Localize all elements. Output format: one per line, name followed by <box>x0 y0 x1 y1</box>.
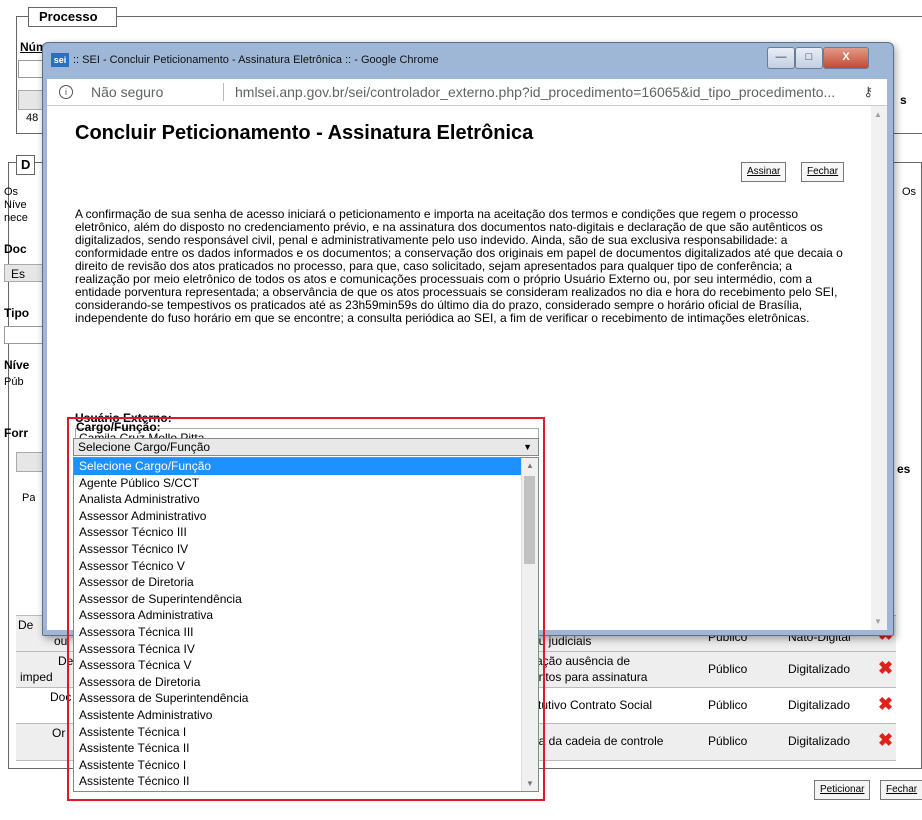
address-separator <box>223 83 224 101</box>
formato-label: Forr <box>4 426 28 440</box>
info-icon[interactable]: i <box>59 85 73 99</box>
doc-label: Doc <box>4 242 27 256</box>
escolher-button[interactable]: Es <box>4 264 44 282</box>
cargo-option[interactable]: Assistente Técnica I <box>74 724 538 741</box>
tipo-input[interactable] <box>4 326 46 344</box>
cargo-option[interactable]: Assessor Técnico IV <box>74 541 538 558</box>
row-doc-name: Or <box>52 726 66 740</box>
cargo-dropdown-list[interactable]: Selecione Cargo/Função Agente Público S/C… <box>73 457 539 792</box>
scroll-up-icon[interactable]: ▲ <box>526 461 534 470</box>
cargo-option[interactable]: Assessora Técnica V <box>74 657 538 674</box>
legend-processo: Processo <box>28 7 117 27</box>
cargo-option[interactable]: Assistente Técnica II <box>74 740 538 757</box>
dropdown-scrollbar[interactable]: ▲ ▼ <box>521 458 538 791</box>
terms-paragraph: A confirmação de sua senha de acesso ini… <box>75 207 843 325</box>
cargo-option[interactable]: Assessor Técnico III <box>74 524 538 541</box>
bg-text-pa: Pa <box>22 492 36 504</box>
bg-text-os: Os <box>4 186 19 198</box>
window-titlebar[interactable]: sei :: SEI - Concluir Peticionamento - A… <box>43 43 893 79</box>
cargo-option[interactable]: Assessor Técnico V <box>74 558 538 575</box>
close-button[interactable]: X <box>823 47 869 69</box>
cargo-option[interactable]: Assessora de Superintendência <box>74 690 538 707</box>
legend-documentos: D <box>16 155 36 175</box>
fechar-dialog-button[interactable]: Fechar <box>801 162 845 182</box>
cargo-option[interactable]: Assessora Técnica III <box>74 624 538 641</box>
cargo-option[interactable]: Selecione Cargo/Função <box>74 458 538 475</box>
header-suffix-2: es <box>897 462 911 476</box>
cargo-option[interactable]: Assessora de Diretoria <box>74 674 538 691</box>
row-nivel: Público <box>708 698 748 712</box>
cargo-select[interactable]: Selecione Cargo/Função ▼ <box>73 438 539 456</box>
tipo-label: Tipo <box>4 306 30 320</box>
cargo-options: Selecione Cargo/Função Agente Público S/C… <box>74 458 538 790</box>
publico-radio-label[interactable]: Púb <box>4 376 24 388</box>
minimize-button[interactable]: — <box>767 47 795 69</box>
peticionar-button[interactable]: Peticionar <box>814 780 871 800</box>
chevron-down-icon[interactable]: ▼ <box>523 439 532 455</box>
row-tipo: Digitalizado <box>788 662 851 676</box>
row-nivel: Público <box>708 734 748 748</box>
cargo-select-value: Selecione Cargo/Função <box>78 440 211 454</box>
page-title: Concluir Peticionamento - Assinatura Ele… <box>75 122 534 144</box>
cargo-option[interactable]: Assessor de Diretoria <box>74 574 538 591</box>
cargo-option[interactable]: Assessor Administrativo <box>74 508 538 525</box>
cargo-option[interactable]: Assistente Técnico I <box>74 757 538 774</box>
maximize-button[interactable]: □ <box>795 47 823 69</box>
row-desc: titutivo Contrato Social <box>532 698 653 712</box>
scroll-up-icon[interactable]: ▲ <box>874 110 882 119</box>
not-secure-label: Não seguro <box>91 84 164 100</box>
bg-text-right-os: Os <box>902 186 917 198</box>
row-desc-2: entos para assinatura <box>532 670 648 684</box>
bg-text-nece: nece <box>4 212 28 224</box>
scroll-down-icon[interactable]: ▼ <box>526 779 534 788</box>
row-doc-name-2: imped <box>20 670 53 684</box>
fechar-page-button[interactable]: Fechar <box>880 780 922 800</box>
url-text[interactable]: hmlsei.anp.gov.br/sei/controlador_extern… <box>235 84 855 100</box>
x-mark-icon[interactable]: ✖ <box>878 730 893 751</box>
window-title: :: SEI - Concluir Peticionamento - Assin… <box>73 54 439 66</box>
cargo-option[interactable]: Assistente Administrativo <box>74 707 538 724</box>
scroll-down-icon[interactable]: ▼ <box>874 617 882 626</box>
row-desc: ração ausência de <box>532 654 631 668</box>
row-doc-name-2: ou <box>54 634 68 648</box>
numero-cell: 48 <box>26 112 39 124</box>
x-mark-icon[interactable]: ✖ <box>878 694 893 715</box>
row-tipo: Digitalizado <box>788 698 851 712</box>
cargo-option[interactable]: Analista Administrativo <box>74 491 538 508</box>
nivel-label: Níve <box>4 358 30 372</box>
row-doc-name: De <box>18 618 34 632</box>
x-mark-icon[interactable]: ✖ <box>878 658 893 679</box>
bg-text-nive: Níve <box>4 199 27 211</box>
header-suffix: s <box>900 93 907 107</box>
sei-logo-icon: sei <box>51 53 69 67</box>
cargo-option[interactable]: Agente Público S/CCT <box>74 475 538 492</box>
dropdown-scroll-thumb[interactable] <box>524 476 535 564</box>
row-desc: na da cadeia de controle <box>532 734 664 748</box>
row-nivel: Público <box>708 662 748 676</box>
cargo-label: Cargo/Função: <box>76 420 161 434</box>
cargo-option[interactable]: Assessor de Superintendência <box>74 591 538 608</box>
cargo-option[interactable]: Assistente Técnico II <box>74 773 538 790</box>
row-tipo: Digitalizado <box>788 734 851 748</box>
address-bar[interactable]: i Não seguro hmlsei.anp.gov.br/sei/contr… <box>47 79 887 106</box>
cargo-option[interactable]: Assessora Administrativa <box>74 607 538 624</box>
cargo-option[interactable]: Assessora Técnica IV <box>74 641 538 658</box>
content-scrollbar[interactable]: ▲ ▼ <box>871 106 887 630</box>
key-icon[interactable]: ⚷ <box>863 84 873 100</box>
assinar-button[interactable]: Assinar <box>741 162 787 182</box>
